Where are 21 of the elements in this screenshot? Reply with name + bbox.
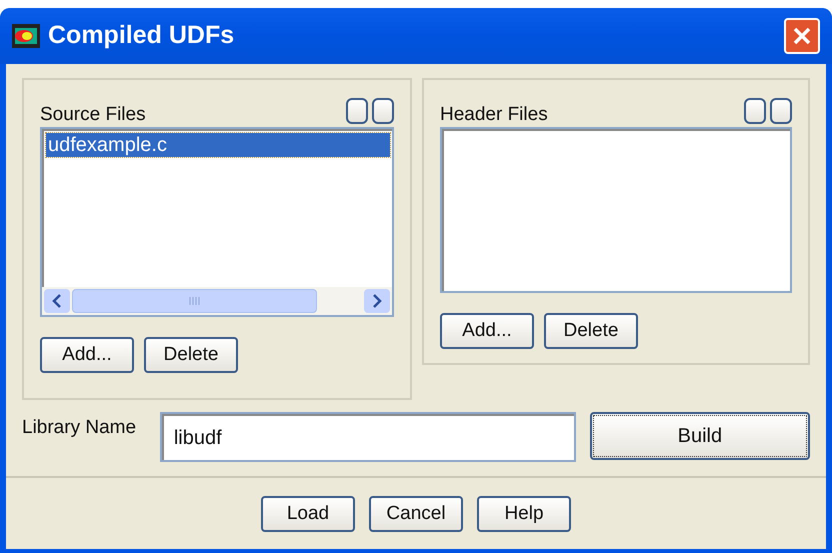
build-button[interactable]: Build [590, 412, 810, 460]
dialog-button[interactable]: Cancel [369, 496, 463, 532]
scroll-left-icon[interactable] [44, 289, 70, 313]
dialog-button[interactable]: Delete [544, 313, 638, 349]
scroll-thumb[interactable] [72, 289, 317, 313]
window-title: Compiled UDFs [48, 20, 236, 52]
close-button[interactable] [784, 18, 820, 54]
scroll-right-icon[interactable] [364, 289, 390, 313]
dialog-button[interactable]: Load [261, 496, 355, 532]
dialog-button[interactable]: Delete [144, 337, 238, 373]
horizontal-scrollbar[interactable] [42, 287, 392, 315]
list-label: Header Files [440, 105, 548, 124]
field-label: Library Name [22, 416, 138, 440]
app-icon [12, 24, 40, 48]
dialog-button[interactable]: Add... [40, 337, 134, 373]
list-item[interactable]: udfexample.c [46, 133, 390, 157]
list-label: Source Files [40, 105, 146, 124]
dialog-button[interactable]: Add... [440, 313, 534, 349]
close-icon[interactable] [793, 27, 811, 45]
dialog-button[interactable]: Help [477, 496, 571, 532]
library-name-field[interactable]: libudf [160, 412, 576, 462]
